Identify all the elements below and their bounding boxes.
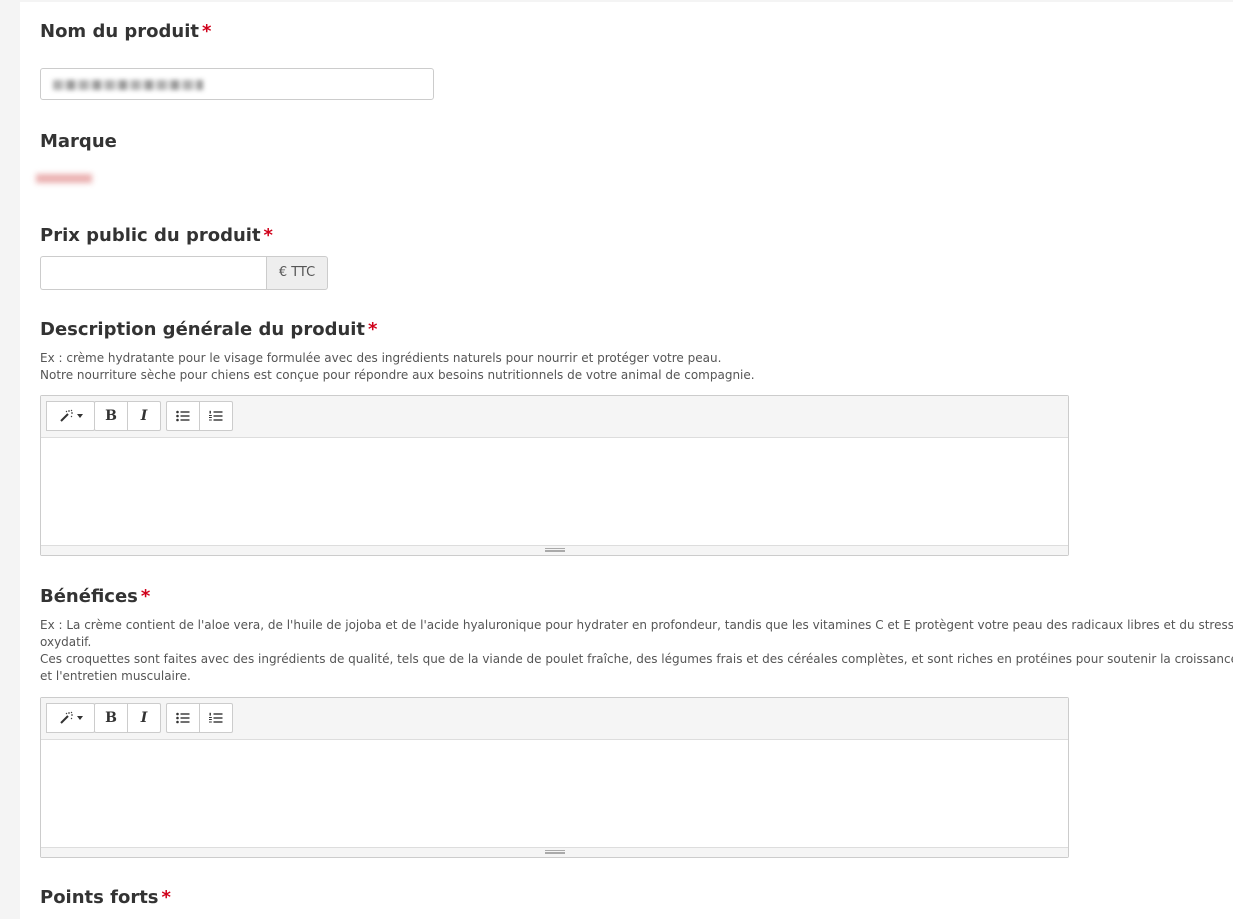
description-hint: Ex : crème hydratante pour le visage for… [40,350,1233,384]
numbered-list-icon [209,410,223,421]
benefits-label-text: Bénéfices [40,586,138,607]
product-name-label-text: Nom du produit [40,21,200,42]
numbered-list-icon [209,712,223,723]
benefits-label: Bénéfices * [40,586,150,608]
bullet-list-button[interactable] [166,401,200,431]
bold-button[interactable]: B [94,703,128,733]
brand-label-text: Marque [40,131,117,152]
currency-addon: € TTC [266,256,328,290]
bullet-list-icon [176,410,190,422]
resize-grip-icon [544,548,565,552]
price-input-group: € TTC [40,256,328,290]
product-name-value-blurred [53,80,203,90]
required-mark: * [263,225,273,246]
numbered-list-button[interactable] [199,703,233,733]
required-mark: * [161,887,171,908]
editor-toolbar: B I [41,396,1068,438]
required-mark: * [140,586,151,607]
bold-button[interactable]: B [94,401,128,431]
editor-resize-handle[interactable] [41,847,1068,857]
editor-toolbar: B I [41,698,1068,740]
strengths-label: Points forts * [40,887,171,909]
font-button-group: B I [94,401,161,431]
style-dropdown-button[interactable] [46,401,95,431]
style-button-group [46,401,95,431]
bullet-list-button[interactable] [166,703,200,733]
product-name-label: Nom du produit * [40,21,211,43]
description-label-text: Description générale du produit [40,319,366,340]
description-editor-area[interactable] [41,438,1068,545]
required-mark: * [202,21,212,42]
magic-wand-icon [59,409,73,422]
product-form: Nom du produit * Marque Prix public du pr… [20,2,1233,919]
benefits-hint-line: Ces croquettes sont faites avec des ingr… [40,652,1233,683]
brand-value-blurred [36,174,92,183]
magic-wand-icon [59,711,73,724]
price-input[interactable] [40,256,267,290]
required-mark: * [368,319,378,340]
benefits-hint: Ex : La crème contient de l'aloe vera, d… [40,617,1233,685]
italic-button[interactable]: I [127,703,161,733]
price-label-text: Prix public du produit [40,225,261,246]
benefits-editor: B I [40,697,1069,858]
font-button-group: B I [94,703,161,733]
description-hint-line: Ex : crème hydratante pour le visage for… [40,351,722,365]
resize-grip-icon [544,850,565,854]
bullet-list-icon [176,712,190,724]
brand-label: Marque [40,131,117,153]
style-button-group [46,703,95,733]
benefits-hint-line: Ex : La crème contient de l'aloe vera, d… [40,618,1233,649]
description-hint-line: Notre nourriture sèche pour chiens est c… [40,368,755,382]
list-button-group [166,401,233,431]
price-label: Prix public du produit * [40,225,273,247]
description-label: Description générale du produit * [40,319,377,341]
numbered-list-button[interactable] [199,401,233,431]
italic-button[interactable]: I [127,401,161,431]
chevron-down-icon [76,414,83,418]
style-dropdown-button[interactable] [46,703,95,733]
strengths-label-text: Points forts [40,887,159,908]
description-editor: B I [40,395,1069,556]
product-name-input[interactable] [40,68,434,100]
benefits-editor-area[interactable] [41,740,1068,847]
editor-resize-handle[interactable] [41,545,1068,555]
chevron-down-icon [76,716,83,720]
list-button-group [166,703,233,733]
